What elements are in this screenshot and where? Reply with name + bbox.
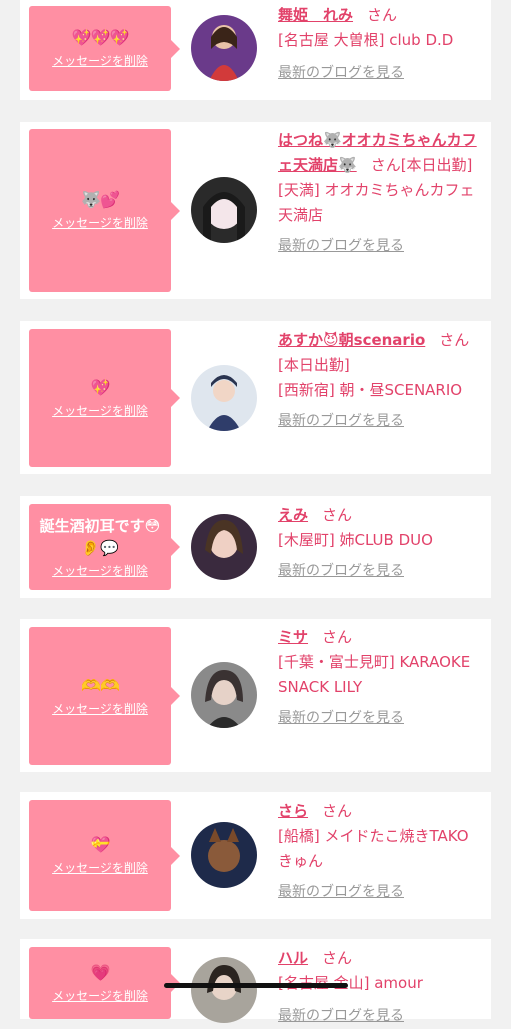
delete-message-button[interactable]: メッセージを削除 [52,701,148,718]
message-card: 💝 メッセージを削除 さら さん [船橋] メイドたこ焼きTAKOきゅん 最新のブ… [20,792,491,919]
delete-message-button[interactable]: メッセージを削除 [52,988,148,1005]
delete-message-button[interactable]: メッセージを削除 [52,53,148,70]
cast-name-link[interactable]: ハル [278,949,308,967]
shop-detail: [天満] オオカミちゃんカフェ天満店 [278,181,475,224]
honorific: さん [439,331,470,349]
attendance-status: [本日出勤] [400,156,473,174]
latest-blog-link[interactable]: 最新のブログを見る [278,1004,404,1029]
avatar[interactable] [191,15,257,81]
message-text: 💖 [90,377,111,397]
cast-name-link[interactable]: ミサ [278,628,308,646]
honorific: さん [322,949,353,967]
message-card: 💖💖💖 メッセージを削除 舞姫 れみ さん [名古屋 大曽根] club D.D … [20,0,491,100]
delete-message-button[interactable]: メッセージを削除 [52,215,148,232]
message-bubble: 💖 メッセージを削除 [29,329,180,467]
honorific: さん [322,802,353,820]
avatar[interactable] [191,662,257,728]
message-bubble: 💖💖💖 メッセージを削除 [29,6,180,91]
message-bubble: 💗 メッセージを削除 [29,947,180,1019]
shop-detail: [千葉・富士見町] KARAOKE SNACK LILY [278,653,471,696]
latest-blog-link[interactable]: 最新のブログを見る [278,61,404,86]
delete-message-button[interactable]: メッセージを削除 [52,403,148,420]
avatar[interactable] [191,514,257,580]
avatar[interactable] [191,822,257,888]
message-text: 💗 [90,962,111,982]
message-card: 💗 メッセージを削除 ハル さん [名古屋 金山] amour 最新のブログを見る [20,939,491,1024]
message-card: 🐺💕 メッセージを削除 はつね🐺オオカミちゃんカフェ天満店🐺 さん[本日出勤] [… [20,122,491,299]
message-text: 誕生酒初耳です😳👂💬 [39,516,161,557]
latest-blog-link[interactable]: 最新のブログを見る [278,559,404,584]
honorific: さん [322,628,353,646]
latest-blog-link[interactable]: 最新のブログを見る [278,234,404,259]
cast-name-link[interactable]: さら [278,802,308,820]
cast-info: 舞姫 れみ さん [名古屋 大曽根] club D.D 最新のブログを見る [278,3,478,86]
cast-info: えみ さん [木屋町] 姉CLUB DUO 最新のブログを見る [278,503,478,584]
shop-detail: [名古屋 大曽根] club D.D [278,31,454,49]
cast-info: ミサ さん [千葉・富士見町] KARAOKE SNACK LILY 最新のブログ… [278,625,478,731]
cast-name-link[interactable]: えみ [278,506,308,524]
message-text: 🫶🫶 [81,675,120,695]
home-indicator[interactable] [164,983,348,988]
delete-message-button[interactable]: メッセージを削除 [52,860,148,877]
latest-blog-link[interactable]: 最新のブログを見る [278,409,404,434]
cast-info: あすか😈朝scenario さん[本日出勤] [西新宿] 朝・昼SCENARIO … [278,328,478,434]
honorific: さん [322,506,353,524]
message-bubble: 誕生酒初耳です😳👂💬 メッセージを削除 [29,504,180,590]
latest-blog-link[interactable]: 最新のブログを見る [278,880,404,905]
shop-detail: [木屋町] 姉CLUB DUO [278,531,433,549]
cast-name-link[interactable]: 舞姫 れみ [278,6,353,24]
cast-name-link[interactable]: あすか😈朝scenario [278,331,425,349]
cast-info: さら さん [船橋] メイドたこ焼きTAKOきゅん 最新のブログを見る [278,799,478,905]
message-text: 🐺💕 [81,190,120,209]
message-card: 誕生酒初耳です😳👂💬 メッセージを削除 えみ さん [木屋町] 姉CLUB DUO… [20,496,491,598]
honorific: さん [370,156,401,174]
avatar[interactable] [191,177,257,243]
message-bubble: 💝 メッセージを削除 [29,800,180,911]
message-text: 💖💖💖 [71,28,130,47]
avatar[interactable] [191,365,257,431]
message-bubble: 🐺💕 メッセージを削除 [29,129,180,292]
message-card: 💖 メッセージを削除 あすか😈朝scenario さん [本日出勤] [西新宿] 朝… [20,321,491,474]
message-text: 💝 [90,835,111,854]
shop-detail: [船橋] メイドたこ焼きTAKOきゅん [278,827,469,870]
message-bubble: 🫶🫶 メッセージを削除 [29,627,180,765]
message-card: 🫶🫶 メッセージを削除 ミサ さん [千葉・富士見町] KARAOKE SNACK… [20,619,491,772]
avatar[interactable] [191,957,257,1023]
honorific: さん [367,6,398,24]
latest-blog-link[interactable]: 最新のブログを見る [278,706,404,731]
shop-detail: [西新宿] 朝・昼SCENARIO [278,381,463,399]
delete-message-button[interactable]: メッセージを削除 [52,563,148,580]
cast-info: はつね🐺オオカミちゃんカフェ天満店🐺 さん[本日出勤] [天満] オオカミちゃんカ… [278,128,478,259]
attendance-status: [本日出勤] [278,356,350,374]
